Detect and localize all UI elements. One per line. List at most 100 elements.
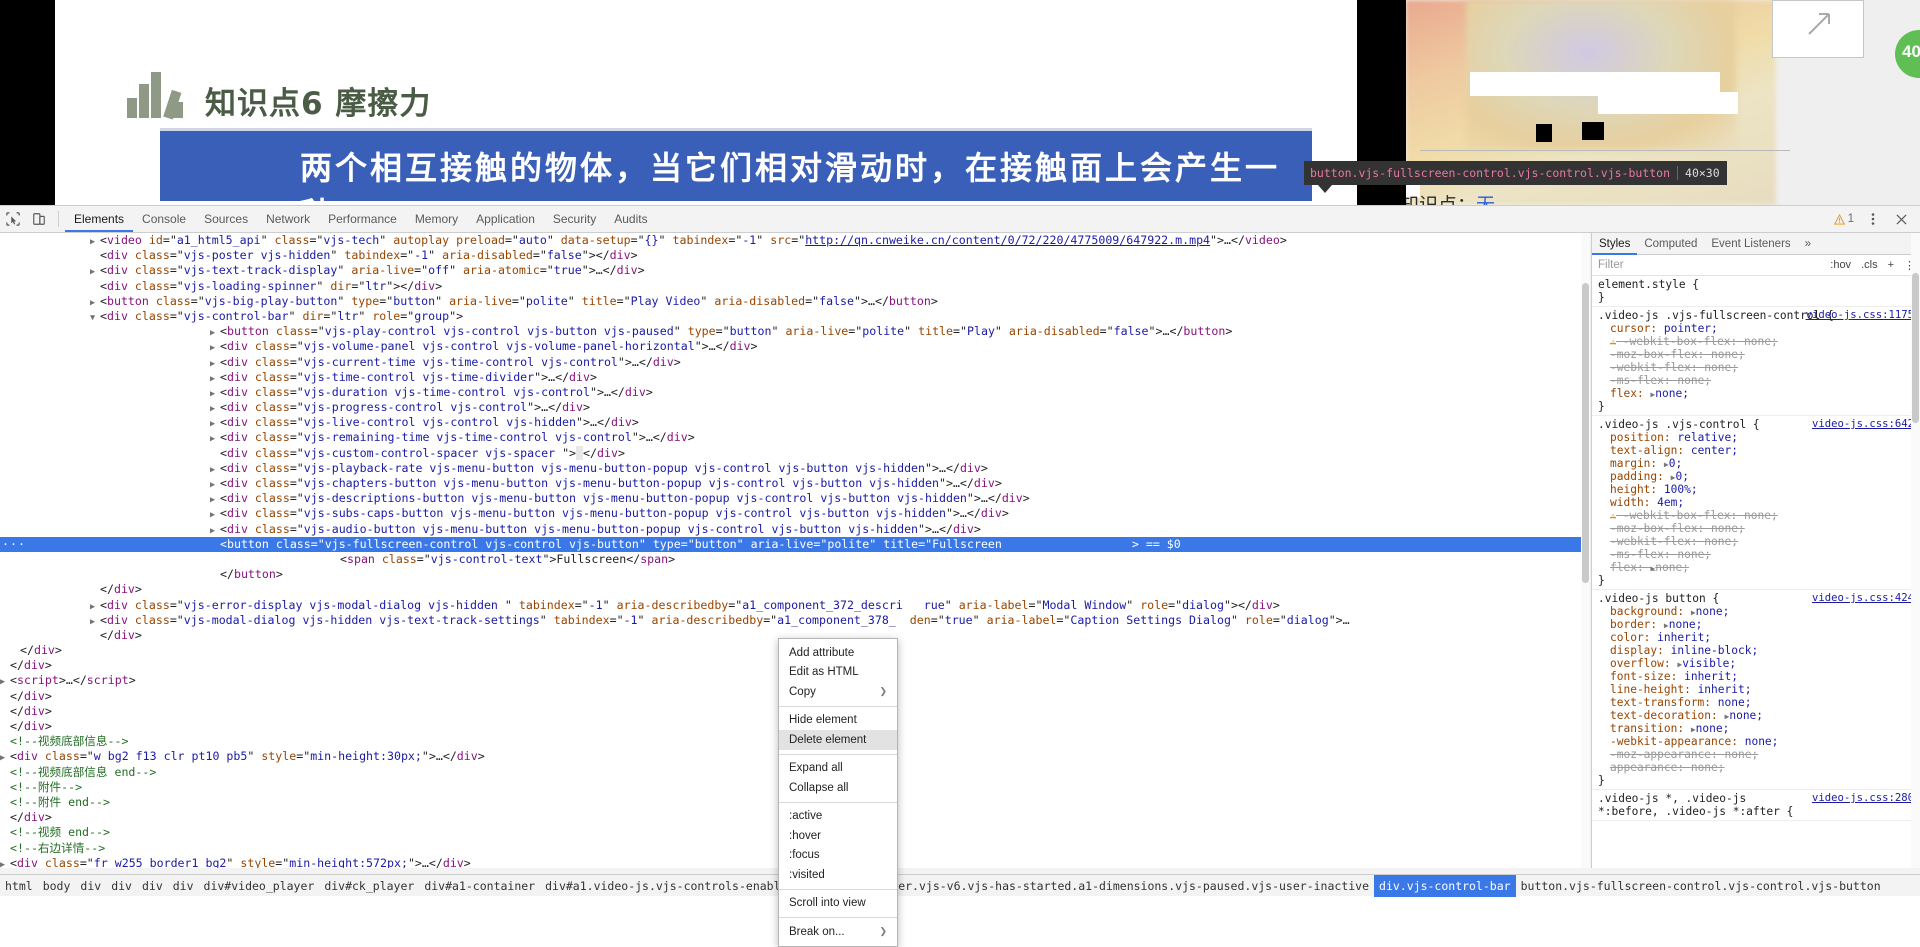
warning-count-badge[interactable]: 1 (1830, 213, 1858, 225)
css-value[interactable]: inherit; (1684, 670, 1738, 683)
dom-row[interactable]: </button> (0, 567, 1590, 582)
css-declaration[interactable]: height: 100%; (1598, 483, 1920, 496)
devtools-tab-performance[interactable]: Performance (319, 206, 406, 232)
css-declaration[interactable]: flex: ▶none; (1598, 561, 1920, 574)
css-declaration[interactable]: text-transform: none; (1598, 696, 1920, 709)
css-value[interactable]: none; (1691, 761, 1725, 774)
css-declaration[interactable]: -ms-flex: none; (1598, 548, 1920, 561)
css-declaration[interactable]: flex: ▶none; (1598, 387, 1920, 400)
css-value[interactable]: none; (1725, 748, 1759, 761)
context-menu-item-scroll-into-view[interactable]: Scroll into view (779, 894, 897, 914)
css-declaration[interactable]: padding: ▶0; (1598, 470, 1920, 483)
devtools-tab-console[interactable]: Console (133, 206, 195, 232)
styles-tab-styles[interactable]: Styles (1592, 233, 1637, 255)
context-menu-item-active[interactable]: :active (779, 807, 897, 827)
devtools-tab-network[interactable]: Network (257, 206, 319, 232)
devtools-tab-application[interactable]: Application (467, 206, 544, 232)
breadcrumb-item[interactable]: div#a1-container (419, 875, 540, 897)
css-declaration[interactable]: text-align: center; (1598, 444, 1920, 457)
css-value[interactable]: none; (1744, 335, 1778, 348)
collapse-triangle-icon[interactable]: ▶ (0, 858, 10, 868)
css-value[interactable]: none; (1729, 709, 1763, 722)
dom-row[interactable]: <div class="vjs-loading-spinner" dir="lt… (0, 279, 1590, 294)
dom-tree-scrollbar[interactable] (1581, 233, 1590, 868)
dom-row[interactable]: ▶ <div class="vjs-live-control vjs-contro… (0, 415, 1590, 430)
css-value[interactable]: none; (1696, 605, 1730, 618)
css-source-link[interactable]: video-js.css:642 (1812, 418, 1914, 430)
css-value[interactable]: none; (1696, 722, 1730, 735)
breadcrumb-item[interactable]: div (168, 875, 199, 897)
styles-tab-computed[interactable]: Computed (1637, 233, 1704, 255)
css-declaration[interactable]: font-size: inherit; (1598, 670, 1920, 683)
dom-row[interactable]: ▶ <button class="vjs-play-control vjs-con… (0, 324, 1590, 339)
dom-context-menu[interactable]: Add attribute Edit as HTML Copy ❯ Hide eleme… (778, 638, 898, 947)
css-value[interactable]: none; (1655, 561, 1689, 574)
css-value[interactable]: pointer; (1664, 322, 1718, 335)
css-value[interactable]: inherit; (1698, 683, 1752, 696)
dom-row[interactable]: ▶ <button class="vjs-big-play-button" typ… (0, 294, 1590, 309)
breadcrumb-item[interactable]: div (75, 875, 106, 897)
devtools-tab-sources[interactable]: Sources (195, 206, 257, 232)
css-value[interactable]: none; (1718, 696, 1752, 709)
breadcrumb-item[interactable]: button.vjs-fullscreen-control.vjs-contro… (1516, 875, 1886, 897)
css-declaration[interactable]: appearance: none; (1598, 761, 1920, 774)
context-menu-item-hover[interactable]: :hover (779, 826, 897, 846)
devtools-tab-elements[interactable]: Elements (65, 206, 133, 232)
dom-row[interactable]: ▶ <video id="a1_html5_api" class="vjs-tec… (0, 233, 1590, 248)
css-value[interactable]: none; (1704, 535, 1738, 548)
dom-row[interactable]: ▶ <div class="vjs-remaining-time vjs-time… (0, 430, 1590, 445)
breadcrumb-item[interactable]: div#a1.video-js.vjs-controls-enabled.vjs… (540, 875, 1374, 897)
css-value[interactable]: 100%; (1664, 483, 1698, 496)
css-value[interactable]: 0; (1669, 457, 1682, 470)
dom-row[interactable]: ▶ <div class="vjs-time-control vjs-time-d… (0, 370, 1590, 385)
css-declaration[interactable]: ⚠ -webkit-box-flex: none; (1598, 509, 1920, 522)
css-rule-block[interactable]: .video-js .vjs-fullscreen-control {video… (1592, 307, 1920, 416)
dom-row[interactable]: ▼ <div class="vjs-control-bar" dir="ltr" … (0, 309, 1590, 324)
styles-pseudo-cls-button[interactable]: .cls (1856, 259, 1883, 271)
css-source-link[interactable]: video-js.css:1175 (1806, 309, 1914, 321)
dom-row[interactable]: ▶ <div class="vjs-subs-caps-button vjs-me… (0, 506, 1590, 521)
dom-row[interactable]: ▶ <div class="vjs-current-time vjs-time-c… (0, 355, 1590, 370)
styles-scroll-thumb[interactable] (1912, 273, 1919, 423)
css-value[interactable]: relative; (1677, 431, 1738, 444)
css-declaration[interactable]: -webkit-flex: none; (1598, 535, 1920, 548)
breadcrumb-item[interactable]: div#ck_player (319, 875, 419, 897)
css-declaration[interactable]: cursor: pointer; (1598, 322, 1920, 335)
css-declaration[interactable]: ⚠ -webkit-box-flex: none; (1598, 335, 1920, 348)
styles-pseudo-hov-button[interactable]: :hov (1825, 259, 1856, 271)
dom-row[interactable]: ▶ <div class="vjs-modal-dialog vjs-hidden… (0, 613, 1590, 628)
css-value[interactable]: none; (1677, 548, 1711, 561)
dom-row[interactable]: <span class="vjs-control-text">Fullscree… (0, 552, 1590, 567)
styles-filter-bar[interactable]: Filter :hov .cls + ⋮ (1592, 255, 1920, 276)
dom-row[interactable]: <div class="vjs-custom-control-spacer vj… (0, 445, 1590, 461)
css-declaration[interactable]: width: 4em; (1598, 496, 1920, 509)
breadcrumb-item[interactable]: html (0, 875, 38, 897)
css-value[interactable]: none; (1745, 735, 1779, 748)
styles-filter-placeholder[interactable]: Filter (1598, 259, 1825, 271)
css-selector[interactable]: element.style { (1598, 278, 1920, 291)
context-menu-item-break-on[interactable]: Break on... ❯ (779, 922, 897, 942)
css-value[interactable]: inline-block; (1671, 644, 1759, 657)
close-icon[interactable] (1888, 206, 1914, 232)
css-value[interactable]: inherit; (1657, 631, 1711, 644)
dom-row[interactable]: ▶ <div class="vjs-playback-rate vjs-menu-… (0, 461, 1590, 476)
breadcrumb-item[interactable]: div (106, 875, 137, 897)
dom-row[interactable]: ▶ <div class="vjs-duration vjs-time-contr… (0, 385, 1590, 400)
dom-row[interactable]: <div class="vjs-poster vjs-hidden" tabin… (0, 248, 1590, 263)
css-declaration[interactable]: margin: ▶0; (1598, 457, 1920, 470)
chevron-double-right-icon[interactable]: » (1798, 233, 1818, 255)
context-menu-item-expand-all[interactable]: Expand all (779, 759, 897, 779)
styles-add-rule-icon[interactable]: + (1883, 259, 1899, 271)
css-declaration[interactable]: text-decoration: ▶none; (1598, 709, 1920, 722)
css-declaration[interactable]: -webkit-flex: none; (1598, 361, 1920, 374)
breadcrumb-item[interactable]: div (137, 875, 168, 897)
dom-breadcrumb[interactable]: html body div div div div div#video_player div#… (0, 874, 1920, 897)
css-rule-block[interactable]: .video-js .vjs-control {video-js.css:642… (1592, 416, 1920, 590)
css-declaration[interactable]: line-height: inherit; (1598, 683, 1920, 696)
inspect-cursor-icon[interactable] (0, 206, 26, 232)
css-declaration[interactable]: display: inline-block; (1598, 644, 1920, 657)
dom-row-selected[interactable]: ··· <button class="vjs-fullscreen-control… (0, 536, 1590, 552)
dom-row[interactable]: </div> (0, 582, 1590, 597)
video-player-area[interactable]: 知识点6 摩擦力 两个相互接触的物体，当它们相对滑动时，在接触面上会产生一种 (57, 0, 1357, 205)
css-value[interactable]: none; (1677, 374, 1711, 387)
